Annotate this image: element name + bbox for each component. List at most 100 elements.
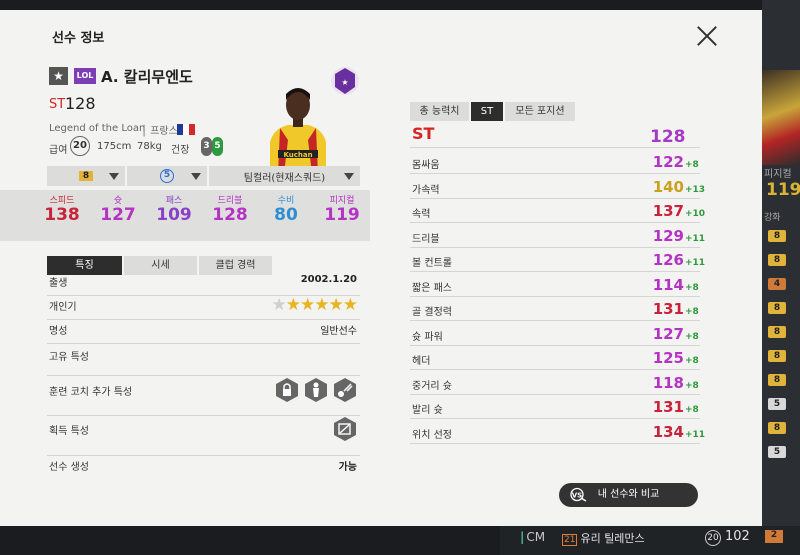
stat-row: 몸싸움 122+8: [410, 150, 700, 174]
info-row-unique-trait: 고유 특성: [47, 348, 360, 376]
trait-lock-icon[interactable]: [274, 377, 300, 403]
stat-bonus: +11: [685, 233, 706, 244]
stat-bonus: +13: [685, 184, 706, 195]
stat-number: 127: [652, 324, 684, 343]
trait-shot-icon[interactable]: [332, 377, 358, 403]
skill-label: 개인기: [49, 302, 77, 313]
enhance-badge: 5: [160, 169, 174, 183]
info-row-acquired-trait: 획득 특성: [47, 417, 360, 456]
tab-total-stats[interactable]: 총 능력치: [410, 102, 469, 121]
star-filled-icon: ★: [285, 295, 301, 315]
info-row-coach-trait: 훈련 코치 추가 특성: [47, 378, 360, 416]
season-crest-icon: ★: [331, 67, 359, 95]
trait-player-icon[interactable]: [303, 377, 329, 403]
birth-label: 출생: [49, 278, 68, 289]
stat-label: 발리 슛: [412, 405, 443, 416]
stat-value: 134+11: [650, 423, 708, 441]
stat-value: 125+8: [650, 349, 708, 367]
background-row-name: 21 유리 틸레만스: [562, 532, 645, 546]
chevron-down-icon: [109, 173, 119, 180]
info-row-birth: 출생 2002.1.20: [47, 274, 360, 296]
stat-number: 114: [652, 275, 684, 294]
stat-bonus: +11: [685, 429, 706, 440]
summary-stat-value: 127: [100, 205, 136, 225]
summary-stat: 피지컬 119: [314, 190, 370, 241]
stat-label: 골 결정력: [412, 307, 452, 318]
svg-text:★: ★: [341, 78, 348, 87]
stat-value: 114+8: [650, 276, 708, 294]
summary-stat-label: 슛: [113, 196, 123, 206]
stat-bonus: +10: [685, 209, 706, 219]
unique-trait-label: 고유 특성: [49, 352, 89, 363]
stat-number: 137: [652, 202, 684, 220]
stat-value: 129+11: [650, 227, 708, 245]
right-foot-badge: 5: [212, 137, 223, 156]
pay-label: 급여: [49, 145, 68, 156]
right-tabs: 총 능력치 ST 모든 포지션: [410, 102, 575, 121]
stat-bonus: +11: [685, 258, 706, 268]
svg-text:Kuchan: Kuchan: [283, 151, 312, 159]
modal-title: 선수 정보: [52, 31, 105, 46]
background-level-chip: 8: [768, 350, 786, 362]
tab-traits[interactable]: 특징: [47, 256, 122, 275]
tab-all-positions[interactable]: 모든 포지션: [505, 102, 575, 121]
stat-label: 볼 컨트롤: [412, 258, 452, 269]
left-foot-badge: 3: [201, 137, 212, 156]
tab-position-st[interactable]: ST: [471, 102, 503, 121]
summary-stat-value: 119: [324, 205, 360, 225]
star-filled-icon: ★: [314, 295, 329, 315]
player-position-ovr: 128: [65, 94, 96, 113]
player-height: 175cm: [97, 141, 132, 152]
summary-stat-label: 스피드: [49, 196, 75, 206]
stat-number: 129: [652, 226, 684, 245]
background-level-chip: 8: [768, 422, 786, 434]
stat-row: 골 결정력 131+8: [410, 297, 700, 321]
stat-number: 140: [652, 177, 684, 196]
stat-value: 126+11: [650, 251, 708, 269]
coach-trait-label: 훈련 코치 추가 특성: [49, 387, 133, 398]
chevron-down-icon: [344, 173, 354, 180]
favorite-star-icon[interactable]: ★: [49, 67, 68, 85]
trait-cross-icon[interactable]: [332, 416, 358, 442]
stat-value: 131+8: [650, 398, 708, 416]
birth-value: 2002.1.20: [300, 274, 357, 285]
stat-label: 몸싸움: [412, 160, 440, 171]
stat-row: 발리 슛 131+8: [410, 395, 700, 419]
versus-icon: VS: [570, 487, 587, 502]
background-stat-label: 피지컬: [764, 169, 792, 180]
stat-row: 드리블 129+11: [410, 224, 705, 248]
stat-number: 122: [652, 153, 684, 171]
stat-row: 짧은 패스 114+8: [410, 273, 700, 297]
close-icon[interactable]: [695, 24, 719, 48]
summary-stat: 패스 109: [146, 190, 202, 241]
summary-stat: 스피드 138: [34, 190, 90, 241]
player-series: Legend of the Loan: [49, 123, 146, 134]
stat-number: 131: [652, 398, 684, 416]
background-level-chip: 8: [768, 302, 786, 314]
stat-value: 122+8: [650, 153, 708, 171]
overall-row: ST 128: [410, 124, 700, 148]
stat-row: 볼 컨트롤 126+11: [410, 248, 705, 272]
compare-with-my-player-button[interactable]: VS 내 선수와 비교: [559, 483, 698, 507]
level-dropdown[interactable]: 8: [47, 166, 125, 186]
summary-stat: 수비 80: [258, 190, 314, 241]
background-row-level: 2: [765, 530, 783, 543]
stat-number: 131: [652, 300, 684, 318]
background-level-chip: 8: [768, 230, 786, 242]
tab-club-career[interactable]: 클럽 경력: [199, 256, 272, 275]
player-photo: Kuchan: [266, 80, 330, 174]
stat-label: 가속력: [412, 184, 440, 196]
summary-stat: 슛 127: [90, 190, 146, 241]
stat-value: 118+8: [650, 374, 708, 392]
stat-bonus: +8: [685, 356, 699, 366]
create-value: 가능: [338, 462, 357, 473]
team-color-dropdown[interactable]: 팀컬러(현재스쿼드): [209, 166, 360, 186]
player-weight: 78kg: [137, 141, 162, 152]
summary-stat-value: 80: [274, 205, 298, 225]
tab-market-price[interactable]: 시세: [124, 256, 197, 275]
enhance-dropdown[interactable]: 5: [127, 166, 207, 186]
summary-stat: 드리블 128: [202, 190, 258, 241]
background-level-chip: 5: [768, 398, 786, 410]
star-filled-icon: ★: [300, 295, 315, 315]
info-row-create: 선수 생성 가능: [47, 458, 360, 480]
